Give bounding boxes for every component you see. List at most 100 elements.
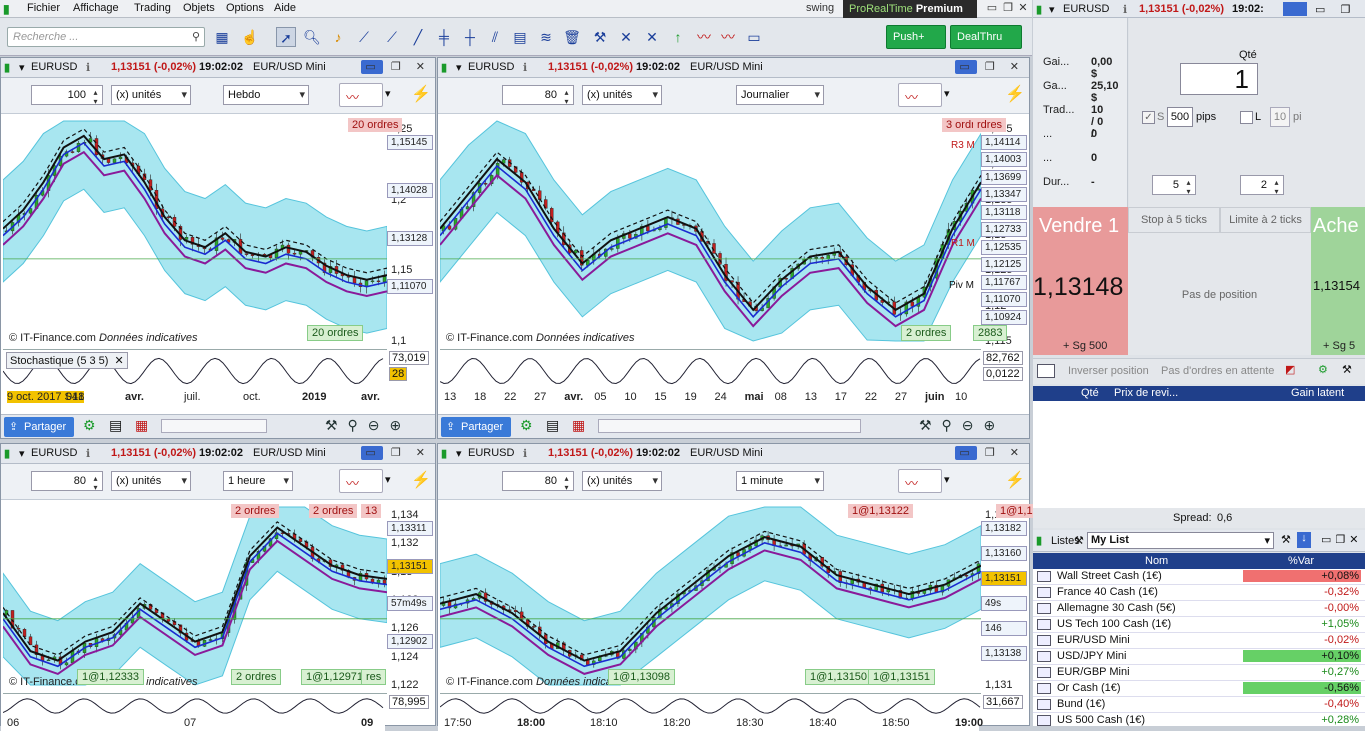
indicator-add-icon[interactable]: ⚙ <box>520 417 533 434</box>
cross-icon[interactable]: ✕ <box>616 27 636 47</box>
menu-options[interactable]: Options <box>226 2 264 14</box>
push-button[interactable]: Push+ <box>886 25 946 49</box>
limit-checkbox[interactable] <box>1240 111 1253 124</box>
signal2-icon[interactable]: 〰 <box>718 27 738 47</box>
tools-icon[interactable]: ⚒ <box>590 27 610 47</box>
dealthru-button[interactable]: DealThru <box>950 25 1022 49</box>
list-item[interactable]: Bund (1€) -0,40% <box>1033 697 1365 713</box>
settings-icon[interactable]: ⚒ <box>1342 363 1352 376</box>
wrench-icon[interactable]: ⚒ <box>1074 534 1084 547</box>
zoom-tools[interactable]: ⚒⚲⊖⊕ <box>919 417 1005 434</box>
list-item[interactable]: Or Cash (1€) -0,56% <box>1033 681 1365 697</box>
quantity-spinner[interactable]: 80 <box>502 85 574 106</box>
realtime-icon[interactable]: ⚡ <box>1005 84 1025 104</box>
info-icon[interactable]: ℹ <box>523 61 527 74</box>
info-icon[interactable]: ℹ <box>86 61 90 74</box>
indicator-button[interactable]: 〰 <box>898 83 942 107</box>
indicator-button[interactable]: 〰 <box>339 469 383 493</box>
search-input[interactable]: Recherche ... ⚲ <box>7 27 205 47</box>
limit-input[interactable]: 10 <box>1270 107 1290 127</box>
ruler-icon[interactable]: ⟋ <box>354 27 374 47</box>
menu-objets[interactable]: Objets <box>183 2 215 14</box>
dropdown-icon[interactable]: ▾ <box>456 447 462 460</box>
vline-icon[interactable]: ┼ <box>460 27 480 47</box>
arrow-up-icon[interactable]: ↑ <box>668 27 688 47</box>
invert-position-button[interactable]: Inverser position <box>1068 365 1149 377</box>
realtime-icon[interactable]: ⚡ <box>411 470 431 490</box>
list-item[interactable]: EUR/USD Mini -0,02% <box>1033 633 1365 649</box>
list-item[interactable]: Wall Street Cash (1€) +0,08% <box>1033 569 1365 585</box>
list-item[interactable]: US Tech 100 Cash (1€) +1,05% <box>1033 617 1365 633</box>
chevron-down-icon[interactable]: ▾ <box>385 87 391 100</box>
info-icon[interactable]: ℹ <box>523 447 527 460</box>
indicator-button[interactable]: 〰 <box>339 83 383 107</box>
realtime-icon[interactable]: ⚡ <box>1005 470 1025 490</box>
qty-input[interactable]: 1 <box>1180 63 1258 95</box>
close-icon[interactable]: ✕ <box>114 355 123 367</box>
dropdown-icon[interactable]: ▾ <box>456 61 462 74</box>
hand-icon[interactable]: ☝ <box>240 27 260 47</box>
unit-select[interactable]: (x) unités <box>111 471 191 491</box>
horizontal-scrollbar[interactable] <box>598 419 861 433</box>
cursor-icon[interactable]: ➚ <box>276 27 296 47</box>
menu-fichier[interactable]: Fichier <box>27 2 60 14</box>
wave-icon[interactable]: ≋ <box>536 27 556 47</box>
horizontal-scrollbar[interactable] <box>161 419 267 433</box>
chevron-down-icon[interactable]: ▾ <box>944 473 950 486</box>
limit-ticks-spinner[interactable]: 2 <box>1240 175 1284 196</box>
list-window-controls[interactable]: ▭❐✕ <box>1321 533 1362 546</box>
dropdown-icon[interactable]: ▾ <box>19 447 25 460</box>
channel-icon[interactable]: ⫽ <box>485 27 505 47</box>
dropdown-icon[interactable]: ▾ <box>19 61 25 74</box>
stop-ticks-button[interactable]: Stop à 5 ticks <box>1128 207 1220 233</box>
sell-button[interactable]: Vendre 1 1,13148 + Sg 500 <box>1033 207 1128 355</box>
chart-order-icon[interactable]: ◩ <box>1285 363 1295 376</box>
chevron-down-icon[interactable]: ▾ <box>944 87 950 100</box>
period-select[interactable]: 1 minute <box>736 471 824 491</box>
list-item[interactable]: France 40 Cash (1€) -0,32% <box>1033 585 1365 601</box>
period-select[interactable]: Hebdo <box>223 85 309 105</box>
window-controls[interactable]: ▭ ❐ ✕ <box>959 60 1025 73</box>
chevron-down-icon[interactable]: ▾ <box>385 473 391 486</box>
minimize-icon[interactable]: ▭ <box>985 1 999 15</box>
pips-input[interactable]: 500 <box>1167 107 1193 127</box>
zoom-tools[interactable]: ⚒⚲⊖⊕ <box>325 417 411 434</box>
share-button[interactable]: ⇪ Partager <box>4 417 74 437</box>
info-icon[interactable]: ℹ <box>1123 3 1127 16</box>
unit-select[interactable]: (x) unités <box>582 471 662 491</box>
chart-tools-icon[interactable]: ▦ <box>135 417 148 434</box>
list-item[interactable]: EUR/GBP Mini +0,27% <box>1033 665 1365 681</box>
download-icon[interactable]: ↓ <box>1297 532 1311 548</box>
maximize-icon[interactable]: ❐ <box>1001 1 1015 15</box>
list-item[interactable]: Allemagne 30 Cash (5€) -0,00% <box>1033 601 1365 617</box>
quantity-spinner[interactable]: 80 <box>502 471 574 492</box>
trendline-icon[interactable]: ╱ <box>408 27 428 47</box>
indicator-add-icon[interactable]: ⚙ <box>83 417 96 434</box>
window-controls[interactable]: ▭ ❐ ✕ <box>365 60 431 73</box>
list-select[interactable]: My List ▾ <box>1087 532 1274 549</box>
bell-icon[interactable]: ♪ <box>328 27 348 47</box>
line-icon[interactable]: ⟋ <box>382 27 402 47</box>
list-item[interactable]: USD/JPY Mini +0,10% <box>1033 649 1365 665</box>
alert-icon[interactable]: ▦ <box>212 27 232 47</box>
positions-icon[interactable] <box>1037 364 1055 378</box>
indicator-button[interactable]: 〰 <box>898 469 942 493</box>
realtime-icon[interactable]: ⚡ <box>411 84 431 104</box>
window-controls[interactable]: ▭ ❐ ✕ <box>959 446 1025 459</box>
zoom-icon[interactable]: 🔍︎ <box>302 27 322 47</box>
unit-select[interactable]: (x) unités <box>111 85 191 105</box>
list-icon[interactable]: ▤ <box>109 417 122 434</box>
dropdown-icon[interactable]: ▾ <box>1049 3 1055 16</box>
stop-checkbox[interactable]: ✓ <box>1142 111 1155 124</box>
fibo-icon[interactable]: ▤ <box>510 27 530 47</box>
keyboard-icon[interactable] <box>1283 2 1307 16</box>
tool-icon[interactable]: ⚒ <box>1281 533 1291 546</box>
quantity-spinner[interactable]: 80 <box>31 471 103 492</box>
period-select[interactable]: Journalier <box>736 85 824 105</box>
signal-icon[interactable]: 〰 <box>694 27 714 47</box>
cross2-icon[interactable]: ✕ <box>642 27 662 47</box>
window-controls[interactable]: ▭ ❐ ✕ <box>365 446 431 459</box>
quantity-spinner[interactable]: 100 <box>31 85 103 106</box>
trade-icon[interactable]: ⚙ <box>1318 363 1328 376</box>
limit-ticks-button[interactable]: Limite à 2 ticks <box>1220 207 1311 233</box>
